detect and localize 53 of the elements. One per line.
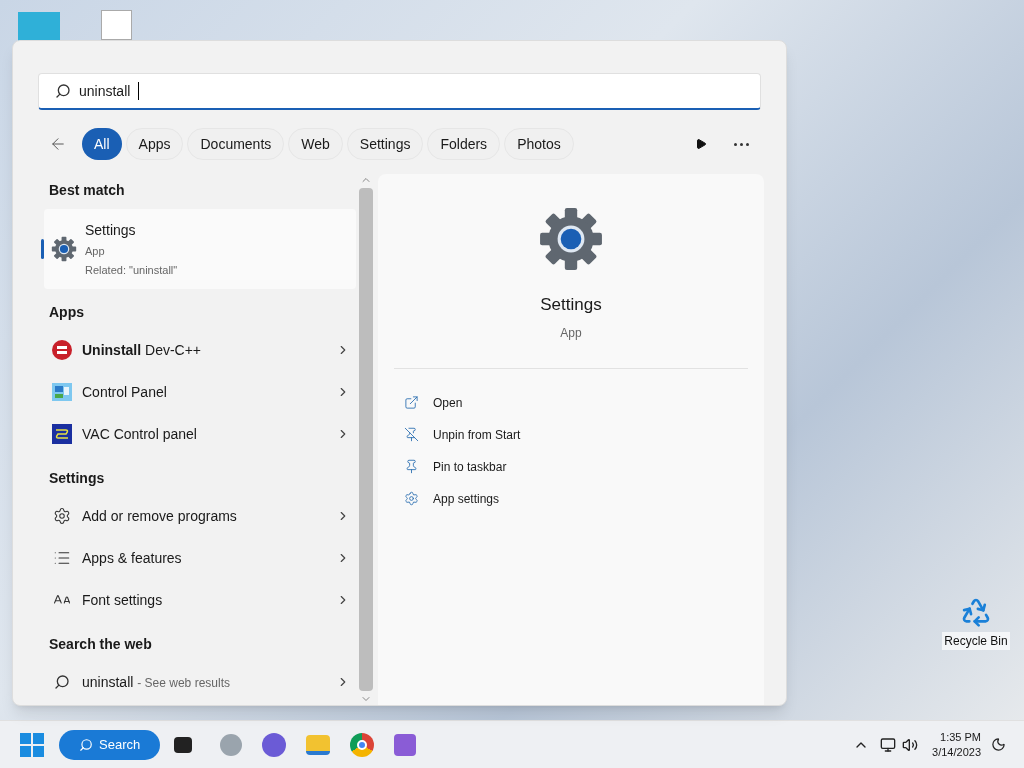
taskbar-search-button[interactable]: Search [59, 729, 161, 760]
section-heading: Search the web [49, 635, 153, 654]
web-search-item[interactable]: uninstall - See web results [41, 661, 356, 703]
detail-title: Settings [540, 294, 602, 316]
action-item[interactable]: App settings [404, 482, 738, 515]
filter-tab[interactable]: Apps [125, 128, 184, 160]
search-icon [79, 737, 93, 752]
network-icon[interactable] [880, 736, 897, 753]
action-item[interactable]: Open [404, 386, 738, 419]
result-item[interactable]: Control Panel [41, 371, 356, 413]
recycle-icon [960, 596, 992, 628]
result-item[interactable]: VAC Control panel [41, 413, 356, 455]
section-heading: Apps [49, 303, 85, 322]
filter-tab[interactable]: Folders [427, 128, 501, 160]
more-icon [733, 142, 749, 146]
moon-icon[interactable] [991, 737, 1006, 752]
action-item[interactable]: Unpin from Start [404, 418, 738, 451]
section-heading: Best match [49, 181, 126, 200]
scrollbar-thumb[interactable] [359, 188, 373, 691]
search-icon [55, 83, 71, 99]
external-link-icon [404, 395, 419, 410]
list-icon [53, 549, 71, 567]
chrome-browser-icon[interactable] [350, 732, 375, 757]
settings-gear-icon [51, 236, 77, 262]
settings-gear-icon [538, 206, 604, 272]
section-heading: Settings [49, 469, 106, 488]
control-panel-icon [52, 383, 72, 401]
filter-tab[interactable]: All [82, 128, 122, 160]
patch-cable-icon [52, 424, 72, 444]
app-logo-icon [52, 340, 72, 360]
action-item[interactable]: Pin to taskbar [404, 450, 738, 483]
filter-tab[interactable]: Photos [504, 128, 574, 160]
search-icon [54, 674, 70, 690]
unpin-icon [404, 427, 419, 442]
best-match-item[interactable]: Settings App Related: "uninstall" [44, 209, 356, 289]
filter-tab[interactable]: Web [288, 128, 343, 160]
result-item[interactable]: Font settings [41, 579, 356, 621]
result-item[interactable]: Apps & features [41, 537, 356, 579]
result-item[interactable]: Add or remove programs [41, 495, 356, 537]
volume-icon[interactable] [902, 736, 919, 753]
filter-tab[interactable]: Settings [346, 128, 424, 160]
folder-icon[interactable] [306, 734, 331, 755]
search-field[interactable]: uninstall [38, 73, 761, 110]
start-button[interactable] [18, 730, 46, 759]
clock[interactable]: 1:35 PM 3/14/2023 [932, 729, 981, 760]
pin-icon [404, 459, 419, 474]
detail-subtitle: App [560, 324, 582, 342]
result-item[interactable]: Uninstall Dev-C++ [41, 329, 356, 371]
settings-icon [53, 507, 71, 525]
filter-tab[interactable]: Documents [187, 128, 285, 160]
settings-icon [404, 491, 419, 506]
play-icon [695, 138, 707, 150]
recycle-bin-shortcut[interactable]: Recycle Bin [940, 596, 1012, 650]
